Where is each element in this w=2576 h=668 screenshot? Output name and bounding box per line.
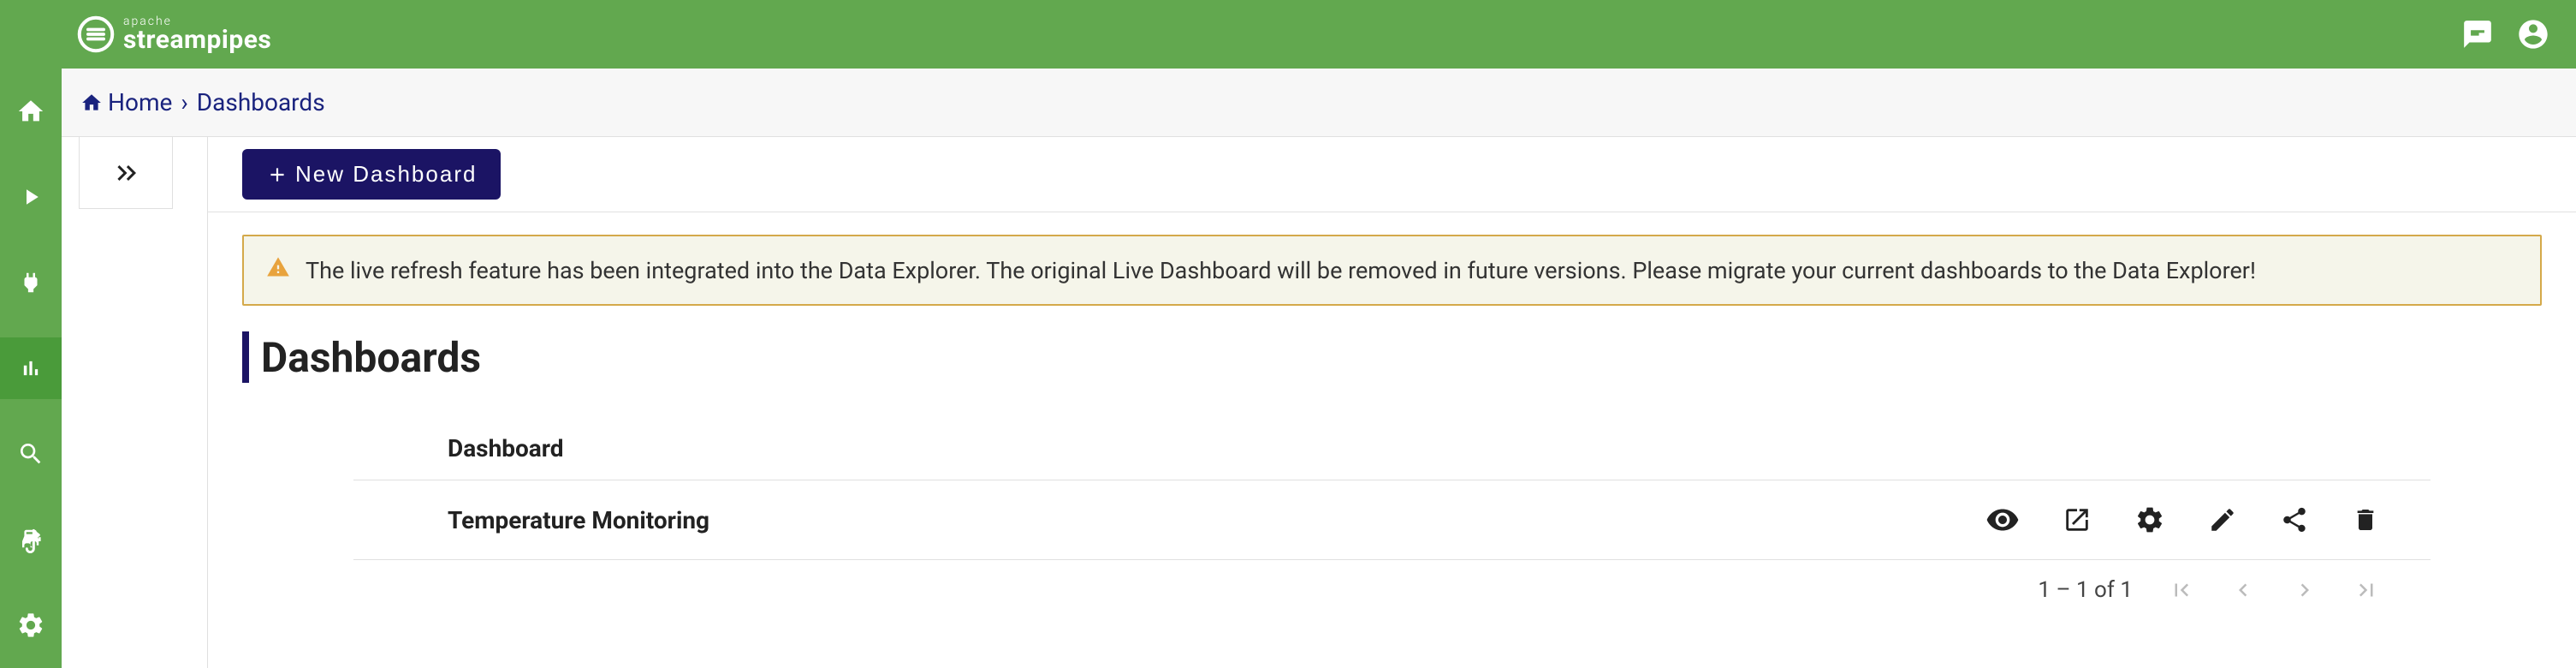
main-content: New Dashboard The live refresh feature h…: [207, 137, 2576, 668]
nav-configuration[interactable]: [0, 594, 62, 656]
column-header-dashboard: Dashboard: [448, 434, 564, 462]
side-nav: [0, 69, 62, 668]
paginator-next-icon[interactable]: [2292, 577, 2318, 603]
open-in-new-icon[interactable]: [2063, 505, 2092, 534]
paginator-prev-icon[interactable]: [2230, 577, 2256, 603]
warning-banner: The live refresh feature has been integr…: [242, 235, 2542, 306]
app-header: apache streampipes: [0, 0, 2576, 69]
breadcrumb-current: Dashboards: [197, 88, 325, 116]
section-title: Dashboards: [242, 331, 2576, 383]
new-dashboard-label: New Dashboard: [295, 161, 477, 188]
account-icon[interactable]: [2516, 17, 2550, 51]
paginator-range: 1 – 1 of 1: [2038, 577, 2133, 603]
breadcrumb: Home › Dashboards: [62, 69, 2576, 137]
section-title-text: Dashboards: [261, 333, 481, 382]
view-icon[interactable]: [1985, 503, 2020, 537]
app-logo: apache streampipes: [77, 15, 271, 53]
paginator-last-icon[interactable]: [2353, 577, 2379, 603]
row-actions: [1985, 503, 2431, 537]
paginator-first-icon[interactable]: [2169, 577, 2194, 603]
delete-icon[interactable]: [2352, 506, 2379, 534]
expand-panel-button[interactable]: [79, 137, 173, 209]
paginator: 1 – 1 of 1: [353, 560, 2431, 603]
home-icon: [80, 92, 103, 114]
nav-connect[interactable]: [0, 252, 62, 313]
edit-icon[interactable]: [2208, 505, 2237, 534]
logo-icon: [77, 15, 115, 53]
chat-icon[interactable]: [2461, 18, 2494, 51]
warning-icon: [266, 255, 290, 285]
nav-pipelines[interactable]: [0, 166, 62, 228]
warning-text: The live refresh feature has been integr…: [306, 257, 2256, 284]
settings-icon[interactable]: [2134, 504, 2165, 535]
dashboard-name: Temperature Monitoring: [448, 506, 709, 534]
section-title-accent: [242, 331, 249, 383]
nav-data-explorer[interactable]: [0, 423, 62, 485]
toolbar: New Dashboard: [208, 137, 2576, 212]
nav-assets[interactable]: [0, 509, 62, 570]
share-icon[interactable]: [2280, 505, 2309, 534]
table-header-row: Dashboard: [353, 417, 2431, 480]
breadcrumb-separator: ›: [181, 88, 187, 116]
nav-dashboards[interactable]: [0, 337, 62, 399]
new-dashboard-button[interactable]: New Dashboard: [242, 149, 501, 200]
table-row: Temperature Monitoring: [353, 480, 2431, 560]
chevron-double-right-icon: [110, 158, 141, 188]
plus-icon: [266, 164, 288, 186]
logo-name-text: streampipes: [123, 27, 271, 53]
nav-home[interactable]: [0, 81, 62, 142]
dashboards-table: Dashboard Temperature Monitoring: [353, 417, 2431, 603]
breadcrumb-home-link[interactable]: Home: [108, 88, 172, 116]
